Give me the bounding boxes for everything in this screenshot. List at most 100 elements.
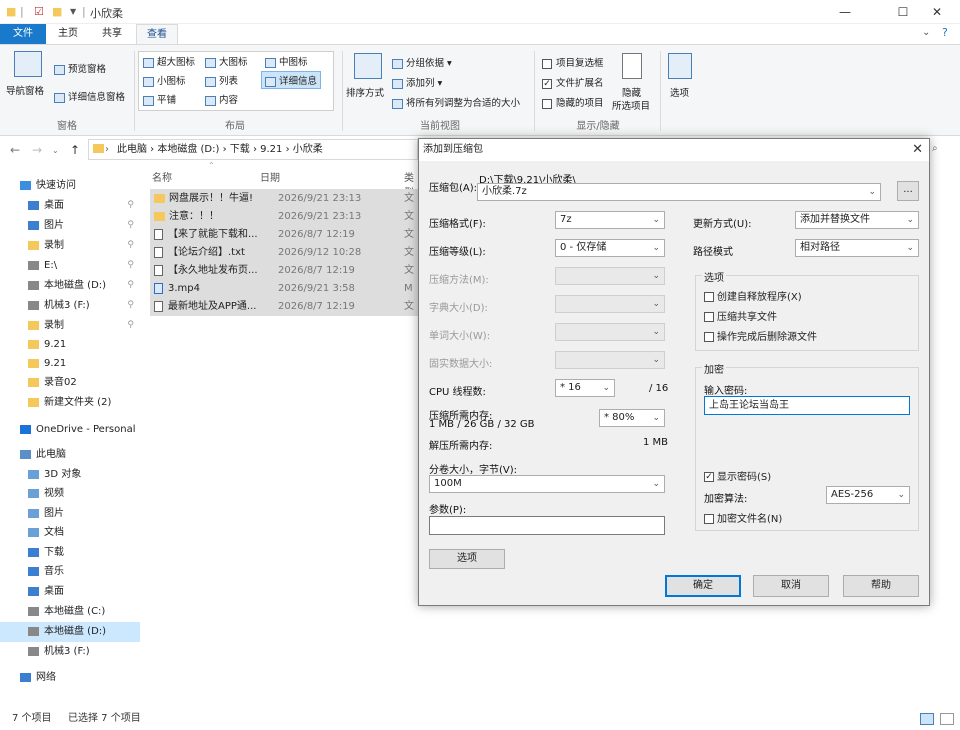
customize-toolbar-icon[interactable]: ▼ xyxy=(70,7,76,16)
shared-checkbox[interactable]: 压缩共享文件 xyxy=(704,308,777,323)
file-row[interactable]: 网盘展示！！牛逼! 2026/9/21 23:13 文 xyxy=(150,189,420,208)
tab-file[interactable]: 文件 xyxy=(0,24,46,44)
file-row[interactable]: 最新地址及APP通... 2026/8/7 12:19 文 xyxy=(150,297,420,316)
sidebar-item[interactable]: 桌面 xyxy=(0,582,140,602)
group-by-button[interactable]: 分组依据 ▾ xyxy=(392,55,452,69)
cpu-select[interactable]: * 16 ⌄ xyxy=(555,379,615,397)
item-checkbox-toggle[interactable]: 项目复选框 xyxy=(542,55,604,69)
file-ext-toggle[interactable]: ✓ 文件扩展名 xyxy=(542,75,604,89)
column-name[interactable]: 名称 xyxy=(152,169,172,184)
sidebar-item[interactable]: 本地磁盘 (D:) ⚲ xyxy=(0,276,140,296)
hidden-items-toggle[interactable]: 隐藏的项目 xyxy=(542,95,604,109)
add-column-button[interactable]: 添加列 ▾ xyxy=(392,75,442,89)
dict-select[interactable]: ⌄ xyxy=(555,295,665,313)
layout-tiles[interactable]: 平铺 xyxy=(143,92,176,106)
sidebar-item[interactable]: 图片 xyxy=(0,504,140,524)
word-select[interactable]: ⌄ xyxy=(555,323,665,341)
ok-button[interactable]: 确定 xyxy=(665,575,741,597)
sidebar-item[interactable]: 图片 ⚲ xyxy=(0,216,140,236)
options-button[interactable]: 选项 xyxy=(670,85,689,99)
solid-select[interactable]: ⌄ xyxy=(555,351,665,369)
tab-home[interactable]: 主页 xyxy=(48,24,88,44)
back-arrow-icon[interactable]: ← xyxy=(10,143,20,157)
sidebar-item[interactable]: 录制 ⚲ xyxy=(0,316,140,336)
split-select[interactable]: 100M ⌄ xyxy=(429,475,665,493)
path-select[interactable]: 相对路径 ⌄ xyxy=(795,239,919,257)
nav-pane-icon[interactable] xyxy=(14,51,42,77)
layout-extra-large-icons[interactable]: 超大图标 xyxy=(143,54,195,68)
sidebar-item[interactable]: 本地磁盘 (C:) xyxy=(0,602,140,622)
file-row[interactable]: 【论坛介绍】.txt 2026/9/12 10:28 文 xyxy=(150,243,420,262)
sidebar-item[interactable]: 9.21 xyxy=(0,335,140,355)
hide-selected-label-2[interactable]: 所选项目 xyxy=(612,98,650,112)
properties-icon[interactable]: ☑ xyxy=(34,5,44,18)
help-button[interactable]: 帮助 xyxy=(843,575,919,597)
level-select[interactable]: 0 - 仅存储 ⌄ xyxy=(555,239,665,257)
params-input[interactable] xyxy=(429,516,665,535)
file-row[interactable]: 3.mp4 2026/9/21 3:58 M xyxy=(150,279,420,298)
column-date[interactable]: 日期 xyxy=(260,169,280,184)
enc-method-select[interactable]: AES-256 ⌄ xyxy=(826,486,910,504)
dialog-close-button[interactable]: ✕ xyxy=(912,139,923,161)
new-folder-icon[interactable]: ■ xyxy=(52,5,62,18)
sidebar-item[interactable]: 网络 xyxy=(0,668,140,688)
details-view-icon[interactable] xyxy=(920,713,934,725)
options-icon[interactable] xyxy=(668,53,692,79)
sidebar-item[interactable]: 音乐 xyxy=(0,562,140,582)
encrypt-names-checkbox[interactable]: 加密文件名(N) xyxy=(704,510,782,525)
forward-arrow-icon[interactable]: → xyxy=(32,143,42,157)
minimize-button[interactable]: — xyxy=(822,0,868,24)
method-select[interactable]: ⌄ xyxy=(555,267,665,285)
mem-select[interactable]: * 80% ⌄ xyxy=(599,409,665,427)
file-row[interactable]: 注意：！！ 2026/9/21 23:13 文 xyxy=(150,207,420,226)
sidebar-item[interactable]: 快速访问 xyxy=(0,176,140,196)
up-arrow-icon[interactable]: ↑ xyxy=(70,143,80,157)
layout-small-icons[interactable]: 小图标 xyxy=(143,73,186,87)
sidebar-item[interactable]: 视频 xyxy=(0,484,140,504)
tab-view[interactable]: 查看 xyxy=(136,24,178,44)
file-row[interactable]: 【永久地址发布页... 2026/8/7 12:19 文 xyxy=(150,261,420,280)
sort-icon[interactable] xyxy=(354,53,382,79)
sidebar-item[interactable]: 下载 xyxy=(0,543,140,563)
layout-content[interactable]: 内容 xyxy=(205,92,238,106)
show-password-checkbox[interactable]: ✓ 显示密码(S) xyxy=(704,468,771,483)
cancel-button[interactable]: 取消 xyxy=(753,575,829,597)
sidebar-item[interactable]: 本地磁盘 (D:) xyxy=(0,622,140,642)
sidebar-item[interactable]: 录制 ⚲ xyxy=(0,236,140,256)
layout-details[interactable]: 详细信息 xyxy=(261,71,322,89)
ribbon-collapse-icon[interactable]: ⌄ xyxy=(922,27,930,38)
sidebar-item[interactable]: 机械3 (F:) xyxy=(0,642,140,662)
large-icons-view-icon[interactable] xyxy=(940,713,954,725)
layout-medium-icons[interactable]: 中图标 xyxy=(265,54,308,68)
sidebar-item[interactable]: 3D 对象 xyxy=(0,465,140,485)
close-button[interactable]: ✕ xyxy=(914,0,960,24)
sidebar-item[interactable]: 新建文件夹 (2) xyxy=(0,393,140,413)
sidebar-item[interactable]: 机械3 (F:) ⚲ xyxy=(0,296,140,316)
update-select[interactable]: 添加并替换文件 ⌄ xyxy=(795,211,919,229)
sidebar-item[interactable]: 此电脑 xyxy=(0,445,140,465)
sidebar-item[interactable]: E:\ ⚲ xyxy=(0,256,140,276)
sidebar-item[interactable]: 9.21 xyxy=(0,354,140,374)
sidebar-item[interactable]: 桌面 ⚲ xyxy=(0,196,140,216)
options-button[interactable]: 选项 xyxy=(429,549,505,569)
layout-list[interactable]: 列表 xyxy=(205,73,238,87)
details-pane-button[interactable]: 详细信息窗格 xyxy=(54,89,125,103)
format-select[interactable]: 7z ⌄ xyxy=(555,211,665,229)
sidebar-item[interactable]: OneDrive - Personal xyxy=(0,420,140,440)
address-bar[interactable]: › 此电脑 › 本地磁盘 (D:) › 下载 › 9.21 › 小欣柔 xyxy=(88,139,418,160)
sort-button[interactable]: 排序方式 xyxy=(346,85,384,99)
recent-locations-icon[interactable]: ⌄ xyxy=(52,146,59,155)
sfx-checkbox[interactable]: 创建自释放程序(X) xyxy=(704,288,802,303)
archive-name-combo[interactable]: 小欣柔.7z ⌄ xyxy=(477,183,881,201)
hide-selected-icon[interactable] xyxy=(622,53,642,79)
nav-pane-button[interactable]: 导航窗格 xyxy=(6,83,44,97)
help-icon[interactable]: ? xyxy=(942,26,948,39)
sidebar-item[interactable]: 录音02 xyxy=(0,373,140,393)
tab-share[interactable]: 共享 xyxy=(92,24,132,44)
file-row[interactable]: 【来了就能下载和... 2026/8/7 12:19 文 xyxy=(150,225,420,244)
password-input[interactable]: 上岛王论坛当岛王 xyxy=(704,396,910,415)
delete-source-checkbox[interactable]: 操作完成后删除源文件 xyxy=(704,328,817,343)
search-icon[interactable]: ⌕ xyxy=(932,143,938,154)
sidebar-item[interactable]: 文档 xyxy=(0,523,140,543)
layout-large-icons[interactable]: 大图标 xyxy=(205,54,248,68)
